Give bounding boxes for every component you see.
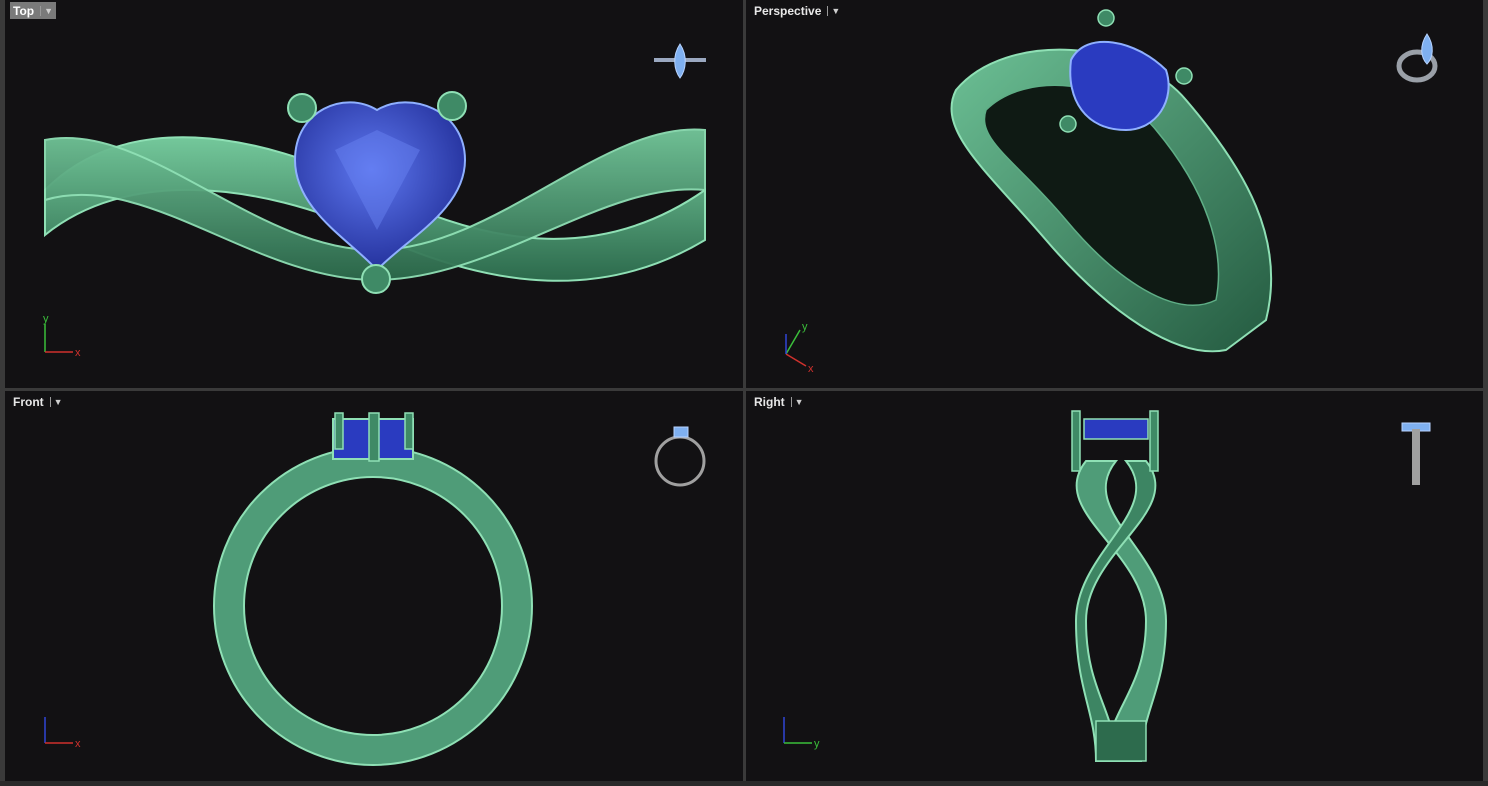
- axis-indicator: x: [44, 717, 81, 750]
- axis-indicator: y x: [785, 321, 814, 374]
- ring-preview-icon: [654, 426, 706, 487]
- chevron-down-icon[interactable]: ▼: [49, 396, 63, 407]
- viewport-perspective[interactable]: Perspective ▼ y x: [746, 0, 1483, 388]
- svg-text:y: y: [814, 738, 820, 750]
- ring-preview-icon: [1396, 33, 1438, 83]
- svg-text:x: x: [75, 347, 81, 359]
- ring-model-right: [1071, 410, 1168, 762]
- ring-preview-icon: [654, 43, 706, 79]
- ring-preview-icon: [1401, 422, 1431, 485]
- viewport-front[interactable]: Front ▼ x: [5, 391, 743, 781]
- svg-text:x: x: [75, 738, 81, 750]
- viewport-title[interactable]: Perspective ▼: [751, 2, 843, 19]
- viewport-title[interactable]: Top ▼: [10, 2, 57, 19]
- svg-text:y: y: [802, 321, 808, 333]
- status-strip: [0, 781, 1488, 786]
- viewport-title[interactable]: Right ▼: [751, 393, 807, 410]
- axis-indicator: y x: [43, 313, 81, 359]
- chevron-down-icon[interactable]: ▼: [40, 5, 53, 16]
- viewport-top[interactable]: Top ▼ y x: [5, 0, 743, 388]
- chevron-down-icon[interactable]: ▼: [827, 5, 840, 16]
- ring-model-top: [44, 91, 706, 294]
- axis-indicator: y: [783, 717, 820, 750]
- svg-text:y: y: [43, 313, 49, 325]
- svg-text:x: x: [808, 363, 814, 374]
- ring-model-front: [213, 412, 533, 766]
- viewport-title[interactable]: Front ▼: [10, 393, 66, 410]
- ring-model-perspective: [950, 9, 1273, 353]
- viewport-right[interactable]: Right ▼ y: [746, 391, 1483, 781]
- chevron-down-icon[interactable]: ▼: [790, 396, 804, 407]
